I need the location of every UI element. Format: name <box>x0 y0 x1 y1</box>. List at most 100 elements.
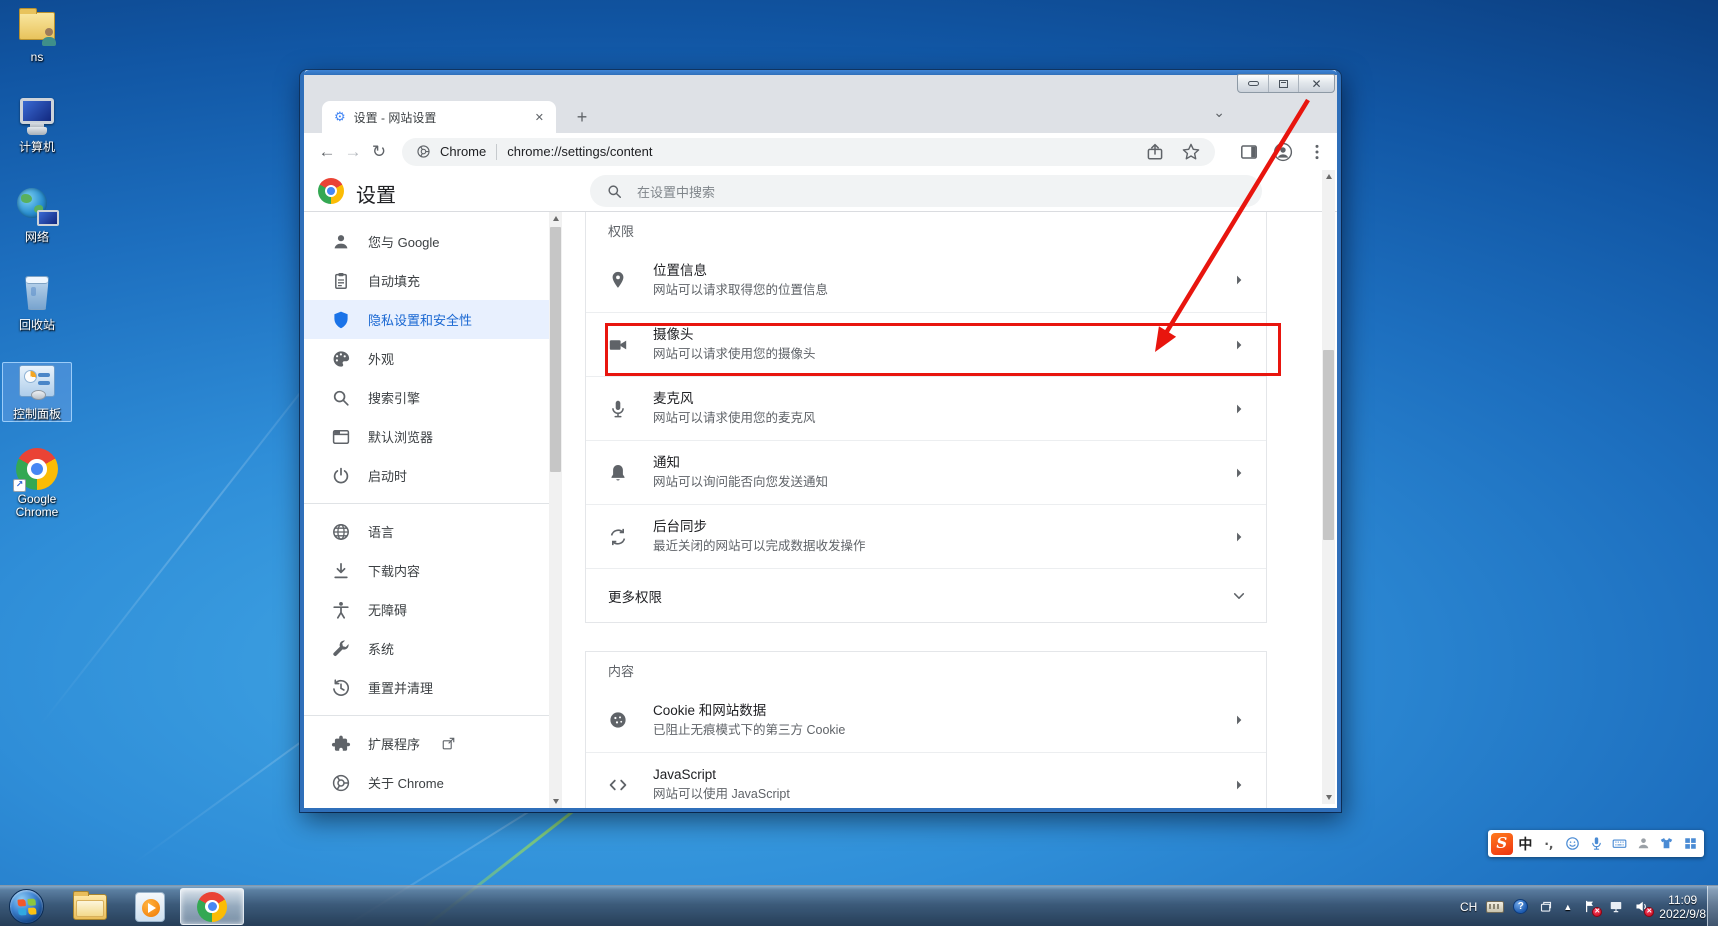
volume-tray-icon[interactable]: ✕ <box>1633 899 1655 917</box>
sidebar-item-0[interactable]: 您与 Google <box>304 222 549 261</box>
new-tab-button[interactable]: + <box>570 106 594 130</box>
control-panel-icon <box>15 363 59 405</box>
keyboard-tray-icon[interactable] <box>1486 900 1505 913</box>
sidebar-item-label: 启动时 <box>368 469 408 484</box>
search-icon <box>606 183 623 200</box>
emoji-icon[interactable] <box>1562 833 1584 855</box>
sidebar-item-5[interactable]: 默认浏览器 <box>304 417 549 456</box>
sidebar-item-9[interactable]: 无障碍 <box>304 590 549 629</box>
network-tray-icon[interactable] <box>1607 899 1624 914</box>
palette-icon <box>331 349 351 369</box>
close-button[interactable]: ✕ <box>1298 75 1334 92</box>
chevron-right-icon <box>1230 400 1248 418</box>
share-icon[interactable] <box>1145 142 1165 162</box>
sogou-input-bar[interactable]: S 中 ·, <box>1488 830 1704 857</box>
tab-close-icon[interactable]: ✕ <box>531 109 548 126</box>
settings-row-摄像头[interactable]: 摄像头 网站可以请求使用您的摄像头 <box>586 312 1266 376</box>
taskbar-explorer-button[interactable] <box>68 888 112 925</box>
punctuation-icon[interactable]: ·, <box>1538 833 1560 855</box>
menu-dots-icon[interactable] <box>1307 142 1327 162</box>
settings-card: 权限位置信息 网站可以请求取得您的位置信息 摄像头 网站可以请求使用您的摄像头 麦克风网… <box>585 212 1267 623</box>
page-scrollbar[interactable] <box>1322 170 1335 804</box>
tab-search-chevron-icon[interactable]: ⌄ <box>1213 104 1225 121</box>
desktop-icon-label: 回收站 <box>18 318 55 332</box>
sidebar-item-3[interactable]: 外观 <box>304 339 549 378</box>
chevron-right-icon <box>1230 528 1248 546</box>
settings-row-后台同步[interactable]: 后台同步 最近关闭的网站可以完成数据收发操作 <box>586 504 1266 568</box>
sidebar-item-8[interactable]: 下载内容 <box>304 551 549 590</box>
skin-icon[interactable] <box>1656 833 1678 855</box>
settings-row-位置信息[interactable]: 位置信息 网站可以请求取得您的位置信息 <box>586 248 1266 312</box>
login-icon[interactable] <box>1632 833 1654 855</box>
bookmark-star-icon[interactable] <box>1181 142 1201 162</box>
sogou-logo-icon[interactable]: S <box>1491 832 1513 855</box>
sidebar-item-7[interactable]: 语言 <box>304 512 549 551</box>
action-center-flag-icon[interactable]: ✕ <box>1581 899 1603 917</box>
tray-time: 11:09 <box>1668 892 1698 907</box>
settings-row-通知[interactable]: 通知 网站可以询问能否向您发送通知 <box>586 440 1266 504</box>
sidebar-item-2[interactable]: 隐私设置和安全性 <box>304 300 549 339</box>
settings-row-麦克风[interactable]: 麦克风 网站可以请求使用您的麦克风 <box>586 376 1266 440</box>
scroll-down-icon[interactable] <box>549 794 562 808</box>
chrome-window: ⚙ 设置 - 网站设置 ✕ + ⌄ ✕ ← → ↻ Chrome chrome:… <box>300 70 1341 812</box>
sidebar-item-label: 系统 <box>368 642 395 657</box>
toolbox-icon[interactable] <box>1680 833 1702 855</box>
chinese-mode-icon[interactable]: 中 <box>1515 833 1537 855</box>
sidebar-item-label: 隐私设置和安全性 <box>368 313 473 328</box>
sidebar-item-10[interactable]: 系统 <box>304 629 549 668</box>
settings-search-input[interactable]: 在设置中搜索 <box>590 175 1262 207</box>
close-icon: ✕ <box>1311 76 1322 91</box>
section-label: 内容 <box>608 664 635 679</box>
desktop-icon-computer[interactable]: 计算机 <box>2 96 72 154</box>
settings-row-JavaScript[interactable]: JavaScript 网站可以使用 JavaScript <box>586 752 1266 808</box>
desktop-icon-recycle-bin[interactable]: 回收站 <box>2 274 72 332</box>
ime-language-indicator[interactable]: CH <box>1460 900 1477 914</box>
scroll-up-icon[interactable] <box>1322 170 1335 184</box>
ime-window-icon[interactable] <box>1537 899 1554 914</box>
chrome-logo-icon <box>318 178 344 204</box>
voice-icon[interactable] <box>1585 833 1607 855</box>
hidden-icons-chevron-icon[interactable]: ▲ <box>1563 902 1572 912</box>
sidebar-item-1[interactable]: 自动填充 <box>304 261 549 300</box>
sidebar-scrollbar[interactable] <box>549 212 562 808</box>
section-label: 权限 <box>608 224 635 239</box>
settings-row-Cookie 和网站数据[interactable]: Cookie 和网站数据 已阻止无痕模式下的第三方 Cookie <box>586 688 1266 752</box>
forward-button[interactable]: → <box>340 142 366 162</box>
sidebar-item-13[interactable]: 关于 Chrome <box>304 763 549 802</box>
power-icon <box>331 466 351 486</box>
reload-button[interactable]: ↻ <box>366 142 392 162</box>
minimize-button[interactable] <box>1238 75 1268 92</box>
desktop-icon-ns[interactable]: ns <box>2 6 72 64</box>
show-desktop-button[interactable] <box>1707 886 1718 926</box>
desktop-icon-google-chrome[interactable]: ↗ Google Chrome <box>2 448 72 519</box>
sidebar-item-label: 外观 <box>368 352 395 367</box>
desktop-icon-network[interactable]: 网络 <box>2 186 72 244</box>
maximize-button[interactable] <box>1268 75 1298 92</box>
scrollbar-thumb[interactable] <box>1323 350 1334 540</box>
tab-settings[interactable]: ⚙ 设置 - 网站设置 ✕ <box>322 101 556 133</box>
taskbar-chrome-button[interactable] <box>180 888 244 925</box>
scrollbar-thumb[interactable] <box>550 227 561 472</box>
soft-keyboard-icon[interactable] <box>1609 833 1631 855</box>
taskbar-media-player-button[interactable] <box>128 888 172 925</box>
sidebar-item-4[interactable]: 搜索引擎 <box>304 378 549 417</box>
more-permissions-row[interactable]: 更多权限 <box>586 568 1266 622</box>
start-button[interactable] <box>9 889 44 924</box>
clock[interactable]: 11:09 2022/9/8 <box>1659 893 1706 921</box>
scroll-up-icon[interactable] <box>549 212 562 226</box>
help-tray-icon[interactable]: ? <box>1513 899 1529 914</box>
taskbar: CH ? ▲ ✕ ✕ 11:09 2022/9/8 <box>0 885 1718 926</box>
side-panel-icon[interactable] <box>1239 142 1259 162</box>
sidebar-item-label: 默认浏览器 <box>368 430 434 445</box>
address-bar[interactable]: Chrome chrome://settings/content <box>402 137 1215 166</box>
scroll-down-icon[interactable] <box>1322 790 1335 804</box>
mic-icon <box>608 399 628 419</box>
profile-avatar-icon[interactable] <box>1273 142 1293 162</box>
windows-flag-icon <box>17 898 37 916</box>
back-button[interactable]: ← <box>314 142 340 162</box>
tray-date: 2022/9/8 <box>1659 906 1706 921</box>
sidebar-item-12[interactable]: 扩展程序 <box>304 724 549 763</box>
desktop-icon-control-panel[interactable]: 控制面板 <box>2 362 72 422</box>
sidebar-item-6[interactable]: 启动时 <box>304 456 549 495</box>
sidebar-item-11[interactable]: 重置并清理 <box>304 668 549 707</box>
